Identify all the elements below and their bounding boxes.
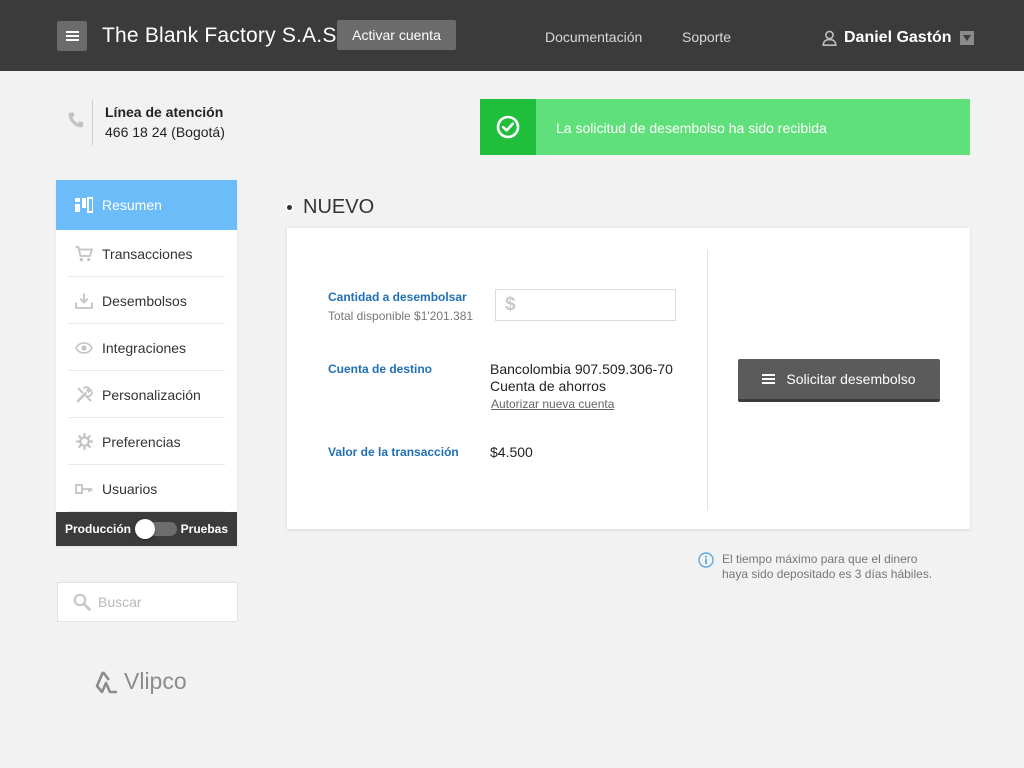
sidebar-item-label: Integraciones <box>102 339 187 356</box>
sidebar-item-usuarios[interactable]: Usuarios <box>56 465 237 512</box>
dashboard-icon <box>75 196 93 214</box>
vlipco-logo-icon <box>95 670 117 693</box>
request-disbursement-button[interactable]: Solicitar desembolso <box>738 359 940 402</box>
env-production-label: Producción <box>65 522 132 536</box>
authorize-account-link[interactable]: Autorizar nueva cuenta <box>491 397 614 411</box>
notification-message: La solicitud de desembolso ha sido recib… <box>556 120 827 136</box>
environment-switch-bar: Producción Pruebas <box>56 512 237 546</box>
notification-icon-box <box>480 99 536 155</box>
section-title: NUEVO <box>303 196 375 218</box>
destination-label: Cuenta de destino <box>328 362 433 376</box>
sidebar-item-label: Personalización <box>102 386 201 403</box>
info-note-text: El tiempo máximo para que el dinero haya… <box>722 552 932 582</box>
env-testing-label: Pruebas <box>180 522 228 536</box>
sidebar-item-label: Desembolsos <box>102 292 187 309</box>
menu-icon <box>65 31 79 41</box>
card-divider <box>707 250 708 510</box>
chevron-down-icon[interactable] <box>959 31 974 45</box>
disbursement-form-card: Cantidad a desembolsar Total disponible … <box>287 228 970 529</box>
nav-link-documentation[interactable]: Documentación <box>545 29 642 45</box>
bank-account: Bancolombia 907.509.306-70 <box>490 361 673 377</box>
user-icon <box>822 30 837 46</box>
sidebar-item-integraciones[interactable]: Integraciones <box>56 324 237 371</box>
sidebar-item-label: Usuarios <box>102 480 158 497</box>
fee-label: Valor de la transacción <box>328 445 459 459</box>
sidebar: Resumen Transacciones Desembolsos Integr… <box>56 180 237 546</box>
search-input[interactable] <box>98 594 228 610</box>
contact-title: Línea de atención <box>105 104 224 120</box>
amount-field[interactable]: $ <box>495 289 676 321</box>
cart-icon <box>75 245 93 263</box>
info-note: El tiempo máximo para que el dinero haya… <box>698 552 932 582</box>
info-icon <box>698 552 714 568</box>
success-notification: La solicitud de desembolso ha sido recib… <box>480 99 970 155</box>
info-note-line: El tiempo máximo para que el dinero <box>722 552 918 566</box>
phone-icon <box>68 112 84 128</box>
gear-icon <box>75 433 93 451</box>
divider <box>68 511 225 512</box>
fee-value: $4.500 <box>490 444 533 460</box>
user-name: Daniel Gastón <box>844 29 952 46</box>
request-disbursement-label: Solicitar desembolso <box>786 371 916 387</box>
info-note-line: haya sido depositado es 3 días hábiles. <box>722 567 933 581</box>
nav-link-support[interactable]: Soporte <box>682 29 731 45</box>
sidebar-item-desembolsos[interactable]: Desembolsos <box>56 277 237 324</box>
amount-label: Cantidad a desembolsar <box>328 290 467 304</box>
download-icon <box>75 292 93 310</box>
eye-icon <box>75 339 93 357</box>
tools-icon <box>75 386 93 404</box>
sidebar-item-personalizacion[interactable]: Personalización <box>56 371 237 418</box>
company-name: The Blank Factory S.A.S <box>102 24 337 47</box>
toggle-knob[interactable] <box>135 519 156 539</box>
sidebar-item-preferencias[interactable]: Preferencias <box>56 418 237 465</box>
sidebar-item-resumen[interactable]: Resumen <box>56 180 237 230</box>
search-box <box>57 582 238 622</box>
sidebar-item-label: Transacciones <box>102 245 193 262</box>
list-icon <box>762 374 776 384</box>
environment-toggle[interactable] <box>135 519 177 539</box>
amount-input[interactable] <box>521 297 662 313</box>
vlipco-logo: Vlipco <box>94 668 187 695</box>
check-circle-icon <box>496 115 520 139</box>
available-balance: Total disponible $1'201.381 <box>328 309 474 323</box>
activate-account-button[interactable]: Activar cuenta <box>337 20 456 50</box>
menu-button[interactable] <box>57 21 87 51</box>
bullet-icon <box>287 205 292 210</box>
currency-symbol: $ <box>505 294 516 315</box>
sidebar-item-label: Resumen <box>102 197 162 213</box>
account-type: Cuenta de ahorros <box>490 378 606 394</box>
sidebar-item-label: Preferencias <box>102 433 181 450</box>
user-menu[interactable]: Daniel Gastón <box>822 29 974 47</box>
logo-text: Vlipco <box>124 668 187 694</box>
search-icon <box>73 593 91 611</box>
key-icon <box>75 480 93 498</box>
contact-divider <box>92 100 93 145</box>
contact-phone-number: 466 18 24 (Bogotá) <box>105 124 225 140</box>
section-header: NUEVO <box>287 196 374 219</box>
sidebar-item-transacciones[interactable]: Transacciones <box>56 230 237 277</box>
top-bar: The Blank Factory S.A.S Activar cuenta D… <box>0 0 1024 71</box>
